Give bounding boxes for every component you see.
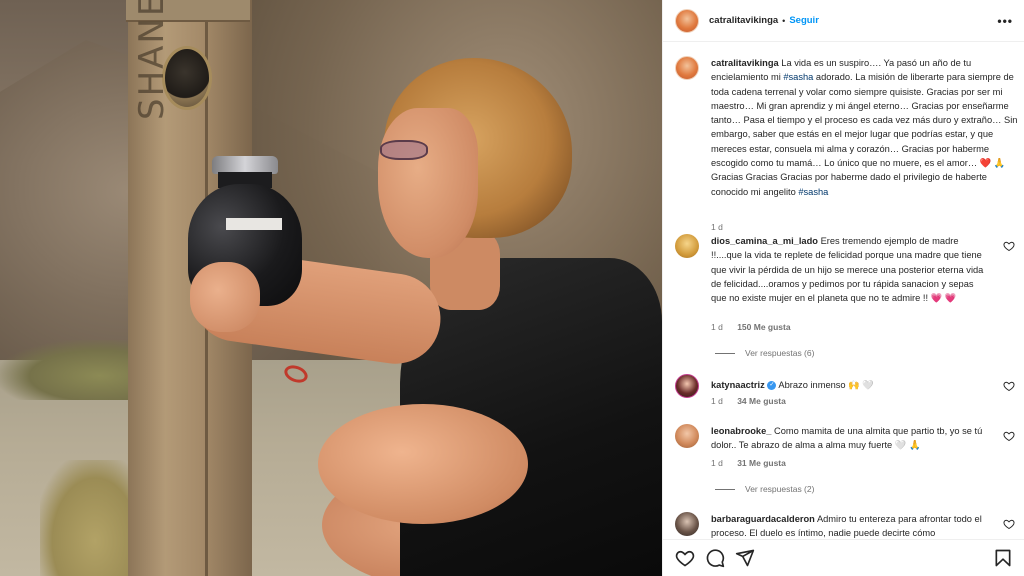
avatar[interactable] xyxy=(675,8,699,33)
hashtag-link[interactable]: #sasha xyxy=(798,187,828,197)
like-heart-icon[interactable] xyxy=(675,548,695,568)
knee xyxy=(318,404,528,524)
follow-button[interactable]: Seguir xyxy=(789,15,819,26)
comment-meta: 1 d 31 Me gusta xyxy=(711,458,798,468)
comment-text: dios_camina_a_mi_lado Eres tremendo ejem… xyxy=(711,234,991,305)
comment-body: Eres tremendo ejemplo de madre !!....que… xyxy=(711,236,984,304)
comment-time[interactable]: 1 d xyxy=(711,396,723,406)
replies-divider xyxy=(715,352,735,354)
comment-username[interactable]: leonabrooke_ xyxy=(711,426,771,436)
verified-badge-icon: ✓ xyxy=(767,381,777,391)
more-options-icon[interactable]: ••• xyxy=(997,14,1013,28)
comment-username[interactable]: katynaactriz xyxy=(711,380,765,390)
post-actions-bar xyxy=(663,539,1024,576)
comment-text: barbaraguardacalderon Admiro tu entereza… xyxy=(711,512,991,539)
comments-feed[interactable]: catralitavikinga La vida es un suspiro….… xyxy=(663,42,1024,539)
author-username[interactable]: catralitavikinga xyxy=(709,15,778,26)
hand xyxy=(190,262,260,332)
like-comment-heart-icon[interactable] xyxy=(1003,430,1015,442)
comment-time[interactable]: 1 d xyxy=(711,458,723,468)
comment-likes[interactable]: 31 Me gusta xyxy=(737,458,786,468)
comment-likes[interactable]: 34 Me gusta xyxy=(737,396,786,406)
replies-divider xyxy=(715,488,735,490)
caption-timestamp[interactable]: 1 d xyxy=(711,222,723,232)
avatar[interactable] xyxy=(675,424,699,448)
caption-body-mid: adorado. La misión de liberarte para sie… xyxy=(711,72,1018,197)
view-replies-button[interactable]: Ver respuestas (2) xyxy=(715,484,814,494)
like-comment-heart-icon[interactable] xyxy=(1003,380,1015,392)
sunglasses xyxy=(380,140,428,160)
comment-time[interactable]: 1 d xyxy=(711,322,723,332)
avatar[interactable] xyxy=(675,374,699,398)
view-replies-button[interactable]: Ver respuestas (6) xyxy=(715,348,814,358)
comment-item: katynaactriz ✓ Abrazo inmenso 🙌 🤍 1 d 34… xyxy=(675,374,1015,414)
comment-meta: 1 d 34 Me gusta xyxy=(711,396,798,406)
avatar[interactable] xyxy=(675,56,699,80)
comment-text: leonabrooke_ Como mamita de una almita q… xyxy=(711,424,991,453)
comment-meta: 1 d 150 Me gusta xyxy=(711,322,803,332)
like-comment-heart-icon[interactable] xyxy=(1003,518,1015,530)
bookmark-icon[interactable] xyxy=(993,548,1013,568)
post-carving: SHANE xyxy=(132,0,172,120)
post-sidebar: catralitavikinga • Seguir ••• catralitav… xyxy=(662,0,1024,576)
comment-item: leonabrooke_ Como mamita de una almita q… xyxy=(675,424,1015,502)
caption-text: catralitavikinga La vida es un suspiro….… xyxy=(711,56,1023,199)
caption-username[interactable]: catralitavikinga xyxy=(711,58,779,68)
comment-text: katynaactriz ✓ Abrazo inmenso 🙌 🤍 xyxy=(711,378,991,392)
view-replies-label: Ver respuestas (6) xyxy=(745,348,815,358)
share-icon[interactable] xyxy=(735,548,755,568)
post-header: catralitavikinga • Seguir ••• xyxy=(663,0,1024,42)
separator-dot: • xyxy=(782,15,786,26)
comment-icon[interactable] xyxy=(705,548,725,568)
comment-item: barbaraguardacalderon Admiro tu entereza… xyxy=(675,512,1015,539)
post-photo[interactable]: SHANE xyxy=(0,0,662,576)
avatar[interactable] xyxy=(675,234,699,258)
comment-username[interactable]: dios_camina_a_mi_lado xyxy=(711,236,818,246)
face xyxy=(378,108,478,258)
comment-body: Abrazo inmenso 🙌 🤍 xyxy=(778,380,874,390)
like-comment-heart-icon[interactable] xyxy=(1003,240,1015,252)
urn-label xyxy=(226,218,282,230)
hashtag-link[interactable]: #sasha xyxy=(783,72,813,82)
view-replies-label: Ver respuestas (2) xyxy=(745,484,815,494)
comment-username[interactable]: barbaraguardacalderon xyxy=(711,514,815,524)
avatar[interactable] xyxy=(675,512,699,536)
comment-item: dios_camina_a_mi_lado Eres tremendo ejem… xyxy=(675,234,1015,364)
comment-likes[interactable]: 150 Me gusta xyxy=(737,322,790,332)
